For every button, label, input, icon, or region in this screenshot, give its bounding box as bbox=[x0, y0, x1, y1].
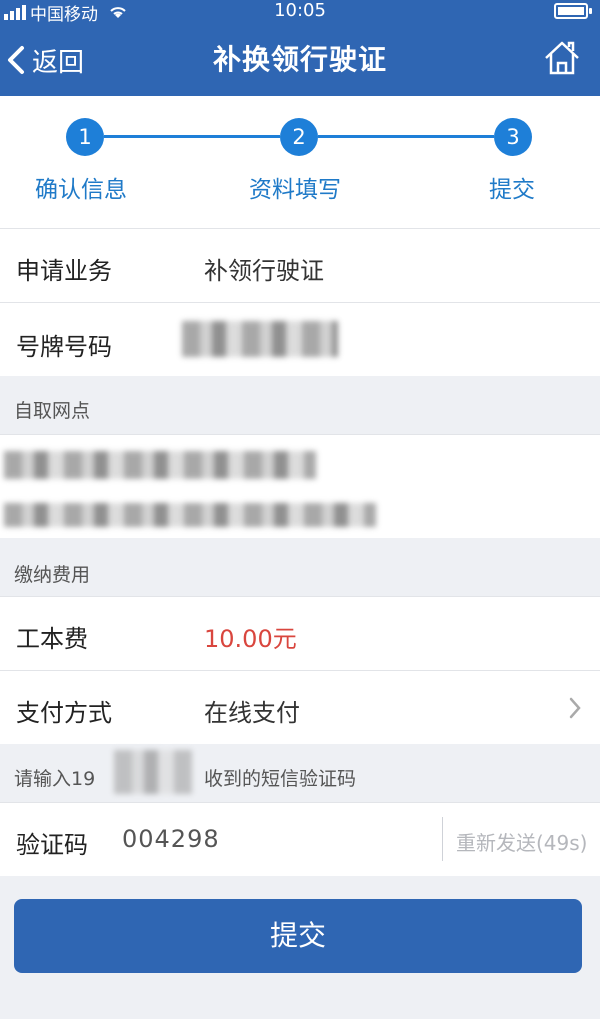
redacted-pickup-name bbox=[4, 451, 316, 479]
step-3-circle: 3 bbox=[494, 118, 532, 156]
step-1-circle: 1 bbox=[66, 118, 104, 156]
verification-code-row: 验证码 004298 重新发送(49s) bbox=[0, 802, 600, 876]
pickup-location-row[interactable] bbox=[0, 434, 600, 538]
battery-icon bbox=[554, 3, 592, 19]
home-button[interactable] bbox=[542, 38, 582, 78]
cost-label: 工本费 bbox=[16, 625, 88, 653]
business-value: 补领行驶证 bbox=[204, 257, 324, 285]
plate-label: 号牌号码 bbox=[16, 333, 112, 361]
redacted-plate-number bbox=[182, 321, 338, 357]
fees-section-header: 缴纳费用 bbox=[0, 538, 600, 596]
sms-prompt-suffix: 收到的短信验证码 bbox=[204, 768, 357, 790]
step-1-label: 确认信息 bbox=[35, 177, 127, 203]
fees-section-label: 缴纳费用 bbox=[14, 564, 91, 586]
payment-label: 支付方式 bbox=[16, 699, 112, 727]
business-row: 申请业务 补领行驶证 bbox=[0, 228, 600, 302]
step-3-label: 提交 bbox=[489, 177, 535, 203]
status-bar: 中国移动 10:05 bbox=[0, 0, 600, 25]
step-connector bbox=[104, 135, 280, 138]
page-title: 补换领行驶证 bbox=[212, 43, 387, 76]
redacted-pickup-address bbox=[4, 503, 376, 527]
nav-bar: 返回 补换领行驶证 bbox=[0, 24, 600, 96]
sms-prompt-prefix: 请输入19 bbox=[14, 768, 96, 790]
cost-value: 10.00元 bbox=[204, 625, 297, 653]
sms-section-header: 请输入19 收到的短信验证码 bbox=[0, 744, 600, 802]
step-2-circle: 2 bbox=[280, 118, 318, 156]
resend-button[interactable]: 重新发送(49s) bbox=[456, 827, 587, 856]
plate-row: 号牌号码 bbox=[0, 302, 600, 376]
status-time: 10:05 bbox=[274, 0, 326, 21]
step-connector bbox=[318, 135, 494, 138]
pickup-section-label: 自取网点 bbox=[14, 400, 91, 422]
code-input[interactable]: 004298 bbox=[122, 825, 220, 853]
payment-value: 在线支付 bbox=[204, 699, 300, 727]
submit-button[interactable]: 提交 bbox=[14, 899, 582, 973]
payment-method-row[interactable]: 支付方式 在线支付 bbox=[0, 670, 600, 744]
redacted-phone-number bbox=[114, 750, 192, 794]
pickup-section-header: 自取网点 bbox=[0, 376, 600, 434]
business-label: 申请业务 bbox=[16, 257, 112, 285]
progress-stepper: 1 2 3 确认信息 资料填写 提交 bbox=[0, 96, 600, 228]
code-label: 验证码 bbox=[16, 831, 88, 859]
vertical-divider bbox=[442, 817, 443, 861]
cost-row: 工本费 10.00元 bbox=[0, 596, 600, 670]
step-2-label: 资料填写 bbox=[249, 177, 341, 203]
chevron-right-icon bbox=[569, 697, 581, 719]
home-icon bbox=[545, 41, 579, 75]
